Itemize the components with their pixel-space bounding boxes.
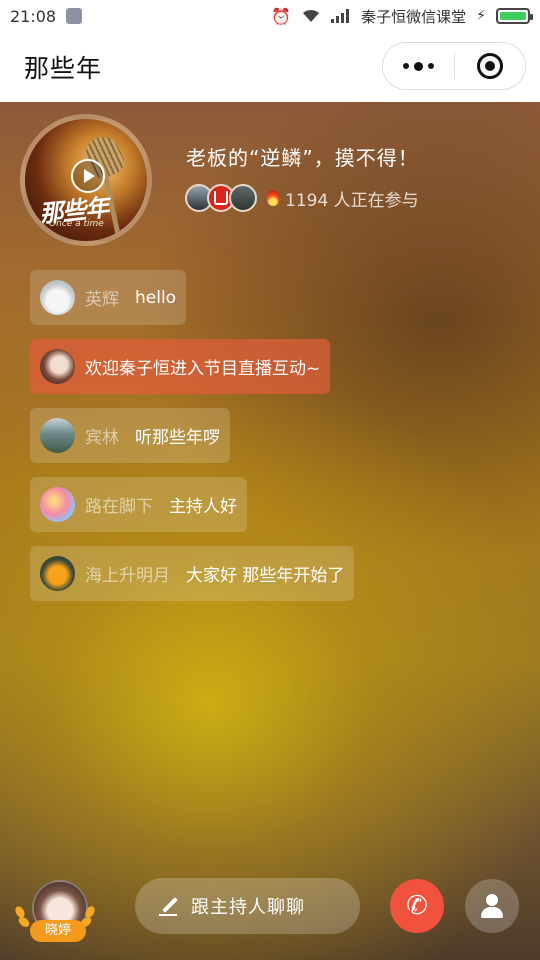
system-message: 欢迎秦子恒进入节目直播互动~ (30, 339, 331, 394)
status-time: 21:08 (10, 6, 57, 26)
nav-bar: 那些年 (0, 32, 540, 102)
host-profile[interactable]: 晓婷 (13, 880, 97, 950)
alarm-icon: ⏰ (271, 6, 292, 26)
message-username: 路在脚下 (85, 497, 153, 517)
message-text: 欢迎秦子恒进入节目直播互动~ (85, 359, 321, 379)
mini-program-capsule (382, 42, 526, 90)
user-avatar[interactable] (40, 418, 75, 453)
show-cover[interactable]: 那些年 Once a time (20, 114, 152, 246)
participants-row[interactable]: 1194 人正在参与 (185, 184, 419, 212)
live-room: 那些年 Once a time 老板的“逆鳞”，摸不得！ 1194 人正在参与 … (0, 102, 540, 960)
participant-count: 1194 人正在参与 (285, 190, 419, 211)
participant-avatar (229, 184, 257, 212)
status-right: ⏰ 秦子恒微信课堂 ⚡ (271, 6, 533, 27)
message-item: 英辉 hello (30, 270, 187, 325)
message-text: 听那些年啰 (135, 428, 220, 448)
phone-icon: ✆ (406, 891, 428, 921)
show-title: 老板的“逆鳞”，摸不得！ (186, 146, 419, 170)
user-avatar[interactable] (40, 487, 75, 522)
play-icon (84, 169, 95, 183)
carrier-name: 秦子恒微信课堂 (361, 7, 467, 26)
status-bar: 21:08 ⏰ 秦子恒微信课堂 ⚡ (0, 0, 540, 32)
more-dots-icon[interactable] (383, 43, 454, 89)
message-item: 路在脚下 主持人好 (30, 477, 247, 532)
host-name-badge: 晓婷 (30, 920, 86, 942)
wifi-icon (303, 9, 320, 22)
user-avatar[interactable] (40, 556, 75, 591)
message-text: hello (135, 287, 177, 308)
message-item: 海上升明月 大家好 那些年开始了 (30, 546, 355, 601)
cover-subtitle: Once a time (49, 219, 104, 229)
message-item: 宾林 听那些年啰 (30, 408, 230, 463)
message-text: 大家好 那些年开始了 (186, 566, 345, 586)
fire-icon (267, 190, 279, 206)
page-title: 那些年 (24, 54, 103, 83)
battery-icon (496, 8, 533, 24)
signal-icon (331, 9, 350, 23)
battery-level (500, 12, 526, 20)
chat-placeholder: 跟主持人聊聊 (191, 897, 305, 918)
target-circle-icon[interactable] (455, 43, 526, 89)
user-avatar[interactable] (40, 280, 75, 315)
charging-icon: ⚡ (476, 8, 486, 24)
message-username: 英辉 (85, 290, 119, 310)
message-username: 宾林 (85, 428, 119, 448)
user-icon (479, 893, 505, 919)
chat-with-host-button[interactable]: 跟主持人聊聊 (135, 878, 360, 934)
message-text: 主持人好 (169, 497, 237, 517)
notification-app-icon (66, 8, 83, 24)
user-avatar[interactable] (40, 349, 75, 384)
profile-button[interactable] (465, 879, 519, 933)
pencil-icon (159, 895, 181, 917)
call-button[interactable]: ✆ (390, 879, 444, 933)
message-username: 海上升明月 (85, 566, 170, 586)
